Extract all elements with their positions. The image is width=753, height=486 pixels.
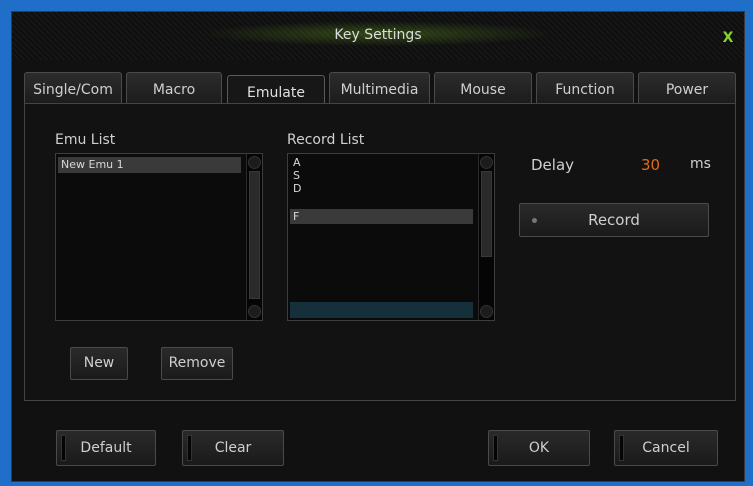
remove-button[interactable]: Remove xyxy=(161,347,233,380)
clear-button[interactable]: Clear xyxy=(182,430,284,466)
close-icon[interactable]: X xyxy=(718,28,738,48)
record-list-scrollbar[interactable] xyxy=(478,154,494,320)
scroll-thumb[interactable] xyxy=(481,171,492,257)
button-indicator xyxy=(187,435,192,461)
new-button[interactable]: New xyxy=(70,347,128,380)
clear-button-label: Clear xyxy=(214,440,252,456)
record-button-label: Record xyxy=(588,211,640,229)
emu-list-label: Emu List xyxy=(55,132,116,148)
cancel-button[interactable]: Cancel xyxy=(614,430,718,466)
default-button-label: Default xyxy=(80,440,132,456)
list-item[interactable]: F xyxy=(290,209,473,224)
scroll-up-icon[interactable] xyxy=(248,156,261,169)
emu-list-scrollbar[interactable] xyxy=(246,154,262,320)
window-title: Key Settings xyxy=(334,27,422,43)
scroll-down-icon[interactable] xyxy=(248,305,261,318)
list-item[interactable]: A xyxy=(290,156,473,169)
ok-button[interactable]: OK xyxy=(488,430,590,466)
ok-button-label: OK xyxy=(528,440,550,456)
scroll-down-icon[interactable] xyxy=(480,305,493,318)
emulate-panel: Emu List New Emu 1 New Remove Record Lis… xyxy=(24,103,736,401)
delay-unit: ms xyxy=(690,156,711,172)
list-item[interactable]: D xyxy=(290,182,473,195)
button-indicator xyxy=(61,435,66,461)
record-list[interactable]: A S D F xyxy=(287,153,495,321)
list-item[interactable]: New Emu 1 xyxy=(58,157,241,173)
delay-label: Delay xyxy=(531,156,575,174)
emu-list[interactable]: New Emu 1 xyxy=(55,153,263,321)
record-indicator-icon xyxy=(532,218,537,223)
button-indicator xyxy=(493,435,498,461)
cancel-button-label: Cancel xyxy=(642,440,690,456)
scroll-thumb[interactable] xyxy=(249,171,260,299)
default-button[interactable]: Default xyxy=(56,430,156,466)
record-list-label: Record List xyxy=(287,132,365,148)
delay-value[interactable]: 30 xyxy=(641,156,660,174)
button-indicator xyxy=(619,435,624,461)
scroll-up-icon[interactable] xyxy=(480,156,493,169)
record-list-highlight xyxy=(290,302,473,318)
list-item[interactable]: S xyxy=(290,169,473,182)
record-button[interactable]: Record xyxy=(519,203,709,237)
title-bar[interactable]: Key Settings X xyxy=(12,12,744,60)
